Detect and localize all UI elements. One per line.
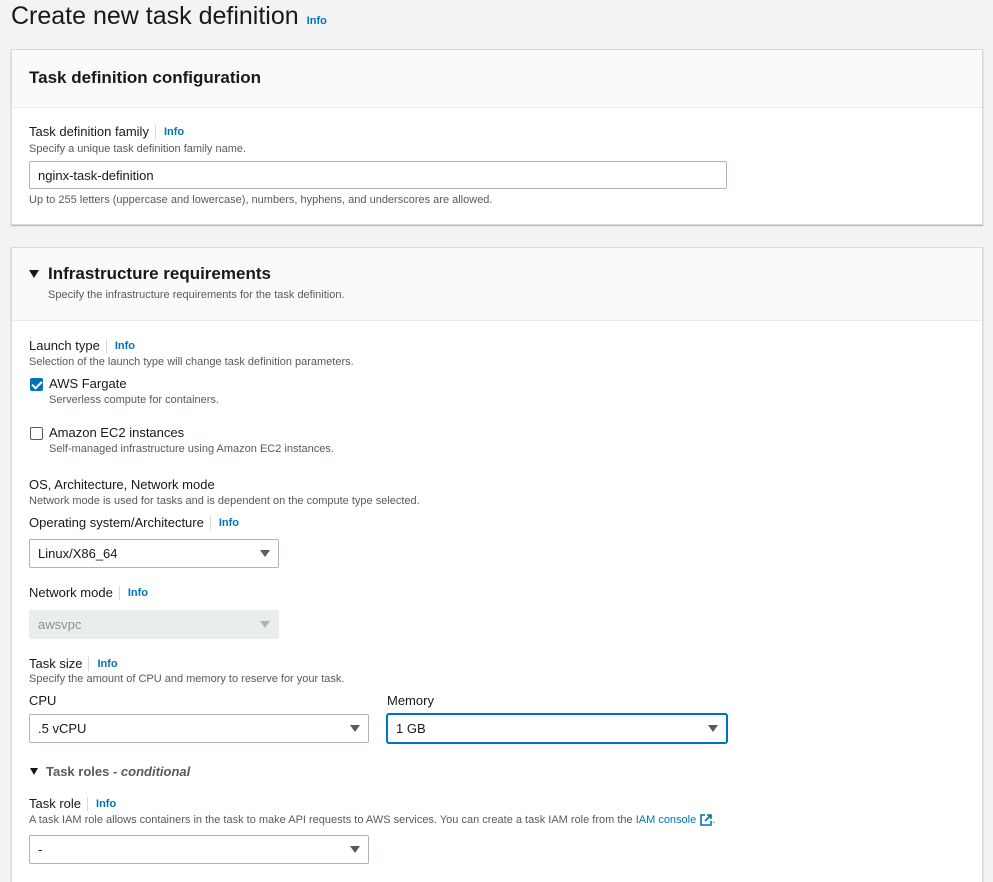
- family-label-row: Task definition family Info: [29, 124, 184, 139]
- page-info-link[interactable]: Info: [307, 15, 327, 27]
- launch-type-description: Selection of the launch type will change…: [29, 356, 354, 368]
- task-size-label-row: Task size Info: [29, 656, 118, 671]
- ec2-checkbox[interactable]: [30, 427, 43, 440]
- collapse-caret-icon[interactable]: [29, 270, 39, 278]
- os-architecture-select[interactable]: Linux/X86_64: [29, 539, 279, 568]
- infrastructure-panel: Infrastructure requirements Specify the …: [11, 247, 983, 882]
- iam-console-link[interactable]: IAM console: [636, 814, 697, 826]
- task-roles-label: Task roles - conditional: [46, 764, 190, 779]
- memory-select[interactable]: 1 GB: [387, 714, 727, 743]
- network-mode-info-link[interactable]: Info: [128, 587, 148, 599]
- task-definition-config-panel: Task definition configuration Task defin…: [11, 49, 983, 225]
- task-roles-toggle[interactable]: Task roles - conditional: [30, 764, 190, 779]
- panel-title: Task definition configuration: [29, 68, 262, 87]
- task-role-info-link[interactable]: Info: [96, 798, 116, 810]
- divider: [88, 656, 90, 671]
- memory-value: 1 GB: [396, 721, 426, 736]
- network-mode-select: awsvpc: [29, 610, 279, 639]
- chevron-down-icon: [708, 725, 718, 732]
- os-section-description: Network mode is used for tasks and is de…: [29, 495, 420, 507]
- task-role-label: Task role: [29, 796, 82, 811]
- chevron-down-icon: [350, 725, 360, 732]
- divider: [209, 515, 211, 530]
- chevron-down-icon: [350, 846, 360, 853]
- task-role-description-end: .: [712, 814, 716, 826]
- os-label-row: Operating system/Architecture Info: [29, 515, 239, 530]
- panel-title: Infrastructure requirements: [48, 264, 271, 283]
- cpu-label: CPU: [29, 693, 57, 708]
- ec2-description: Self-managed infrastructure using Amazon…: [49, 443, 334, 455]
- task-role-description: A task IAM role allows containers in the…: [29, 814, 715, 826]
- collapse-caret-icon: [30, 768, 38, 775]
- memory-label: Memory: [387, 693, 434, 708]
- task-role-select[interactable]: -: [29, 835, 369, 864]
- fargate-label[interactable]: AWS Fargate: [49, 376, 127, 391]
- launch-type-label: Launch type: [29, 338, 100, 353]
- chevron-down-icon: [260, 621, 270, 628]
- task-size-description: Specify the amount of CPU and memory to …: [29, 673, 345, 685]
- task-role-description-text: A task IAM role allows containers in the…: [29, 814, 636, 826]
- fargate-checkbox[interactable]: [30, 378, 43, 391]
- task-size-label: Task size: [29, 656, 83, 671]
- cpu-value: .5 vCPU: [38, 721, 87, 736]
- divider: [105, 338, 107, 353]
- panel-subtitle: Specify the infrastructure requirements …: [48, 289, 345, 301]
- network-label-row: Network mode Info: [29, 585, 148, 600]
- network-mode-label: Network mode: [29, 585, 113, 600]
- network-mode-value: awsvpc: [38, 617, 82, 632]
- divider: [87, 796, 89, 811]
- task-role-label-row: Task role Info: [29, 796, 116, 811]
- external-link-icon[interactable]: [700, 814, 713, 826]
- panel-header[interactable]: Infrastructure requirements Specify the …: [12, 248, 982, 321]
- ec2-label[interactable]: Amazon EC2 instances: [49, 425, 184, 440]
- os-label: Operating system/Architecture: [29, 515, 204, 530]
- task-roles-conditional: conditional: [120, 764, 191, 779]
- launch-type-label-row: Launch type Info: [29, 338, 135, 353]
- os-section-label: OS, Architecture, Network mode: [29, 477, 215, 492]
- chevron-down-icon: [260, 550, 270, 557]
- task-role-value: -: [38, 842, 43, 857]
- family-label: Task definition family: [29, 124, 149, 139]
- panel-header: Task definition configuration: [12, 50, 982, 108]
- divider: [118, 585, 120, 600]
- family-info-link[interactable]: Info: [164, 126, 184, 138]
- task-roles-title: Task roles -: [46, 764, 121, 779]
- family-hint: Up to 255 letters (uppercase and lowerca…: [29, 194, 493, 206]
- os-info-link[interactable]: Info: [219, 517, 239, 529]
- divider: [154, 124, 156, 139]
- page-title: Create new task definition: [11, 2, 299, 30]
- task-size-info-link[interactable]: Info: [97, 658, 117, 670]
- cpu-select[interactable]: .5 vCPU: [29, 714, 369, 743]
- fargate-description: Serverless compute for containers.: [49, 394, 219, 406]
- launch-type-info-link[interactable]: Info: [115, 340, 135, 352]
- family-description: Specify a unique task definition family …: [29, 143, 247, 155]
- os-architecture-value: Linux/X86_64: [38, 546, 118, 561]
- page-header: Create new task definition Info: [11, 2, 327, 31]
- family-name-input[interactable]: nginx-task-definition: [29, 161, 727, 189]
